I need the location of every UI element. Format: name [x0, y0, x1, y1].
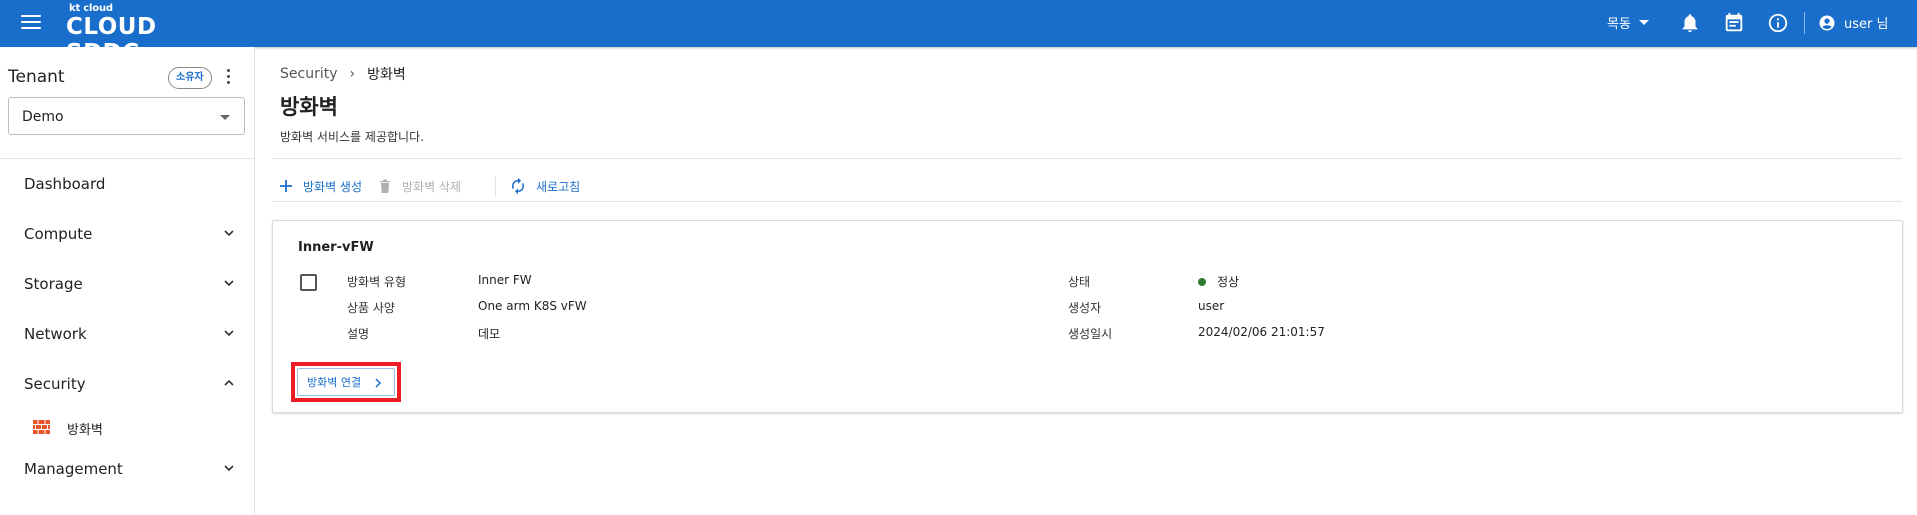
chevron-down-icon	[224, 280, 234, 287]
menu-icon[interactable]	[21, 15, 41, 31]
info-icon[interactable]	[1767, 12, 1789, 34]
status-value: 정상	[1217, 275, 1240, 289]
chevron-down-icon	[224, 330, 234, 337]
description-label: 설명	[347, 327, 370, 341]
top-app-bar: kt cloud CLOUD SDDC 목동 user 님	[0, 0, 1917, 66]
type-value: Inner FW	[478, 273, 532, 287]
caret-down-icon	[220, 115, 230, 120]
sidebar-item-storage[interactable]: Storage	[24, 272, 234, 298]
sidebar-item-dashboard[interactable]: Dashboard	[24, 172, 234, 198]
sidebar-item-label: Security	[24, 375, 86, 393]
refresh-label: 새로고침	[536, 179, 581, 194]
chevron-right-icon: ›	[349, 66, 356, 82]
sidebar-item-label: Management	[24, 460, 123, 478]
account-circle-icon	[1819, 15, 1835, 30]
create-firewall-button[interactable]: 방화벽 생성	[278, 175, 362, 197]
sidebar-item-network[interactable]: Network	[24, 322, 234, 348]
tenant-label: Tenant	[8, 67, 65, 87]
created-at-value: 2024/02/06 21:01:57	[1198, 325, 1325, 339]
chevron-up-icon	[224, 379, 234, 386]
bell-icon[interactable]	[1679, 12, 1701, 34]
delete-firewall-label: 방화벽 삭제	[402, 179, 462, 194]
connect-firewall-button[interactable]: 방화벽 연결	[297, 368, 395, 396]
type-label: 방화벽 유형	[347, 275, 407, 289]
refresh-icon	[512, 177, 524, 195]
sidebar-item-security[interactable]: Security	[24, 372, 234, 398]
region-select[interactable]: 목동	[1607, 13, 1649, 32]
spec-value: One arm K8S vFW	[478, 299, 587, 313]
sidebar: Tenant 소유자 Demo Dashboard Compute Storag…	[0, 47, 255, 515]
refresh-button[interactable]: 새로고침	[509, 175, 580, 197]
tenant-selected-value: Demo	[22, 109, 64, 125]
page-description: 방화벽 서비스를 제공합니다.	[280, 130, 424, 144]
divider	[272, 158, 1902, 159]
owner-badge: 소유자	[168, 67, 212, 89]
main-content: Security › 방화벽 방화벽 방화벽 서비스를 제공합니다. 방화벽 생…	[256, 47, 1917, 515]
sidebar-item-label: Network	[24, 325, 87, 343]
breadcrumb-current: 방화벽	[367, 67, 406, 83]
calendar-icon[interactable]	[1723, 12, 1745, 34]
user-menu[interactable]: user 님	[1818, 13, 1888, 32]
logo[interactable]: kt cloud CLOUD SDDC	[66, 2, 236, 66]
topbar-divider	[1804, 12, 1805, 34]
firewall-icon	[33, 420, 50, 434]
status-label: 상태	[1068, 275, 1091, 289]
sidebar-divider	[0, 158, 254, 159]
chevron-down-icon	[224, 230, 234, 237]
sidebar-item-compute[interactable]: Compute	[24, 222, 234, 248]
page-title: 방화벽	[280, 95, 338, 119]
firewall-name: Inner-vFW	[298, 240, 374, 255]
breadcrumb: Security › 방화벽	[280, 64, 406, 84]
highlight-box: 방화벽 연결	[291, 362, 401, 402]
sidebar-item-label: Compute	[24, 225, 93, 243]
region-label: 목동	[1607, 17, 1631, 32]
status-indicator	[1198, 278, 1206, 286]
sidebar-item-management[interactable]: Management	[24, 457, 234, 483]
toolbar: 방화벽 생성 방화벽 삭제 새로고침	[272, 166, 1902, 206]
firewall-card: Inner-vFW 방화벽 유형 Inner FW 상품 사양 One arm …	[272, 220, 1903, 413]
sidebar-subitem-label: 방화벽	[67, 423, 103, 438]
plus-icon	[280, 180, 292, 192]
divider	[272, 201, 1902, 202]
trash-icon	[380, 179, 390, 193]
user-name: user 님	[1844, 17, 1889, 32]
created-at-label: 생성일시	[1068, 327, 1113, 341]
sidebar-item-label: Dashboard	[24, 175, 106, 193]
caret-down-icon	[1638, 20, 1649, 25]
description-value: 데모	[478, 327, 501, 341]
logo-small-text: kt cloud	[69, 3, 113, 14]
tenant-select[interactable]: Demo	[8, 97, 245, 135]
chevron-right-icon	[375, 378, 382, 388]
sidebar-item-label: Storage	[24, 275, 83, 293]
more-vert-icon[interactable]	[222, 69, 234, 87]
toolbar-divider	[495, 176, 496, 196]
chevron-down-icon	[224, 465, 234, 472]
creator-label: 생성자	[1068, 301, 1102, 315]
create-firewall-label: 방화벽 생성	[303, 179, 363, 194]
delete-firewall-button[interactable]: 방화벽 삭제	[377, 175, 461, 197]
connect-firewall-label: 방화벽 연결	[307, 376, 362, 389]
breadcrumb-parent[interactable]: Security	[280, 66, 338, 82]
sidebar-subitem-firewall[interactable]: 방화벽	[33, 417, 233, 439]
select-checkbox[interactable]	[300, 274, 317, 291]
spec-label: 상품 사양	[347, 301, 395, 315]
creator-value: user	[1198, 299, 1225, 313]
